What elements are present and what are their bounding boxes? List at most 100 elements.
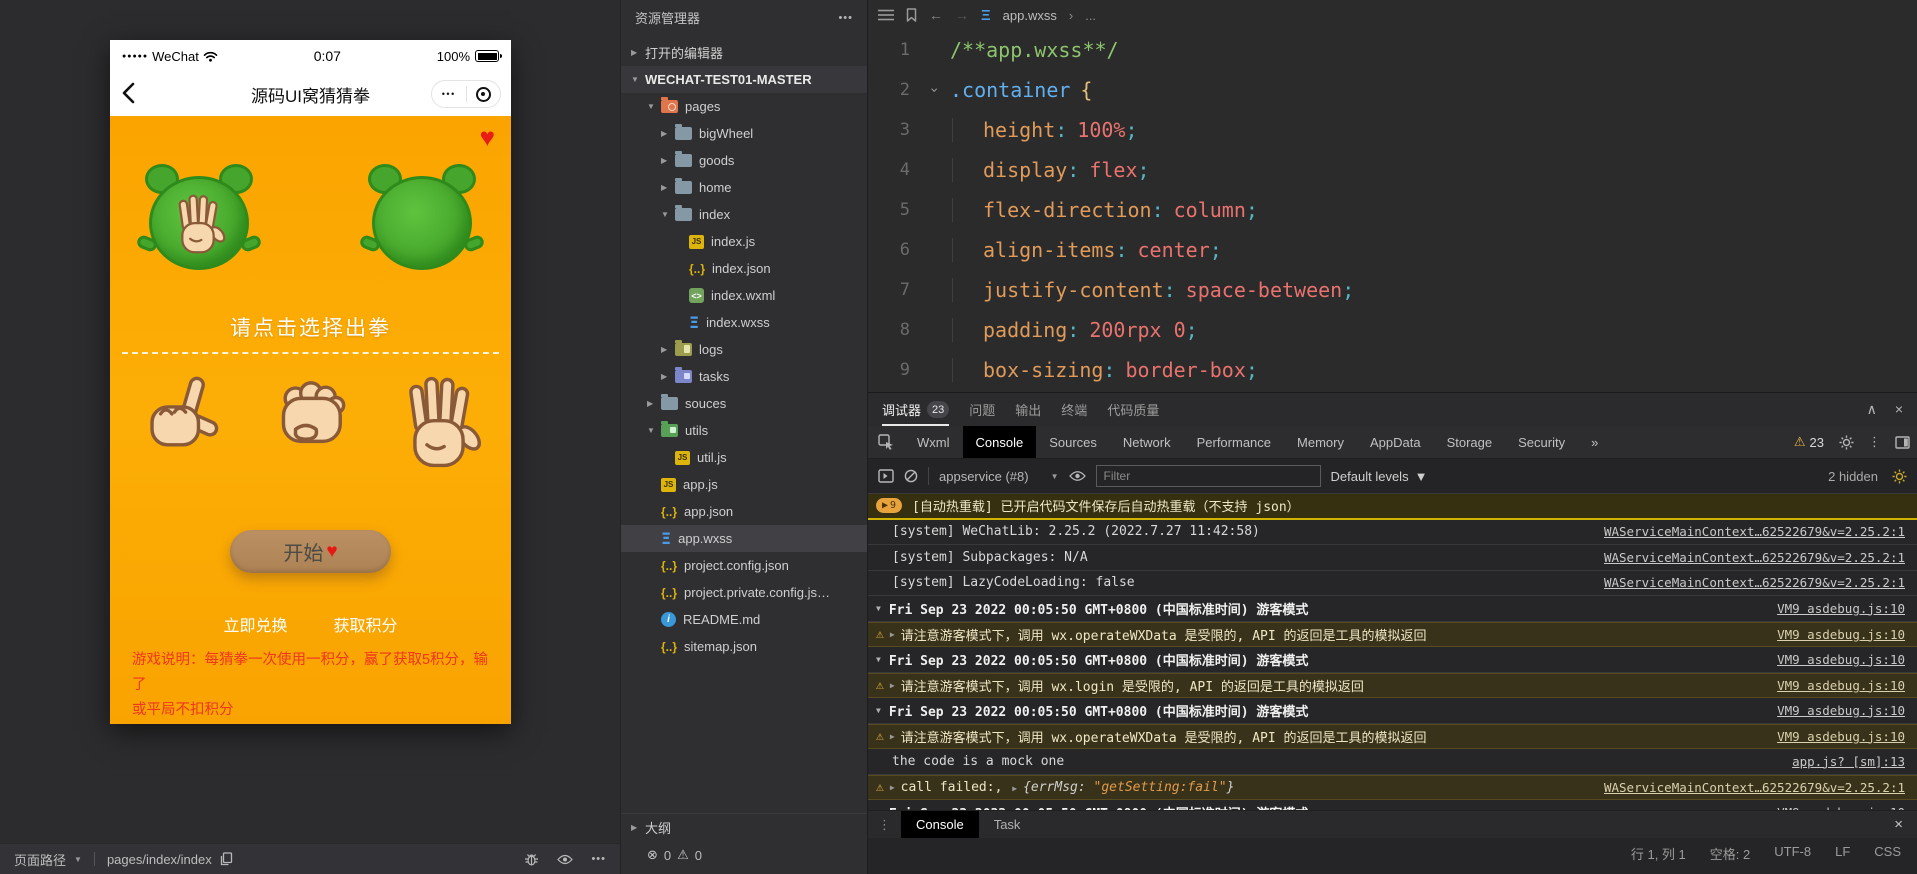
more-dots-icon[interactable]: ••• [591,853,606,865]
get-points-link[interactable]: 获取积分 [334,612,398,636]
tree-item-index-wxml[interactable]: <> index.wxml [621,282,867,309]
problems-summary[interactable]: ⊗ 0 ⚠ 0 [621,840,867,870]
console-row-warning-object[interactable]: ⚠ ▶ call failed:, ▶ {errMsg: "getSetting:… [868,774,1917,800]
console-row-warning[interactable]: ⚠ ▶ 请注意游客模式下，调用 wx.operateWXData 是受限的, A… [868,723,1917,749]
tree-item-app-json[interactable]: {..} app.json [621,498,867,525]
tree-item-index-folder[interactable]: ▼ index [621,201,867,228]
inspect-element-icon[interactable] [868,426,904,458]
console-row-group[interactable]: ▼ Fri Sep 23 2022 00:05:50 GMT+0800 (中国标… [868,596,1917,622]
tree-item-goods[interactable]: ▶ goods [621,147,867,174]
console-row-log[interactable]: [system] LazyCodeLoading: false WAServic… [868,571,1917,596]
source-link[interactable]: VM9 asdebug.js:10 [1777,678,1905,693]
tree-item-index-json[interactable]: {..} index.json [621,255,867,282]
tree-item-app-wxss[interactable]: Ξ app.wxss [621,525,867,552]
tree-item-souces[interactable]: ▶ souces [621,390,867,417]
exchange-link[interactable]: 立即兑换 [223,612,287,636]
source-link[interactable]: WAServiceMainContext…62522679&v=2.25.2:1 [1604,780,1905,795]
tree-item-util-js[interactable]: JS util.js [621,444,867,471]
eye-icon[interactable] [557,854,574,865]
tree-item-app-js[interactable]: JS app.js [621,471,867,498]
repeat-count-badge[interactable]: ▶ 9 [876,498,903,514]
source-link[interactable]: VM9 asdebug.js:10 [1777,652,1905,667]
tree-item-project-private-config[interactable]: {..} project.private.config.js… [621,579,867,606]
language-label[interactable]: CSS [1874,844,1901,859]
source-link[interactable]: WAServiceMainContext…62522679&v=2.25.2:1 [1604,550,1905,565]
chevron-right-icon[interactable]: ▶ [890,681,895,690]
devtab-storage[interactable]: Storage [1434,426,1506,458]
more-dots-icon[interactable]: ••• [838,12,853,24]
devtab-console[interactable]: Console [962,426,1037,458]
minimize-target-icon[interactable] [467,86,501,102]
tree-item-project-config[interactable]: {..} project.config.json [621,552,867,579]
outline-list-icon[interactable] [878,9,894,21]
devtab-sources[interactable]: Sources [1036,426,1110,458]
bottom-tab-task[interactable]: Task [979,811,1036,838]
tree-item-logs[interactable]: ▶ logs [621,336,867,363]
console-message-list[interactable]: ▶ 9 [自动热重载] 已开启代码文件保存后自动热重载（不支持 json） [sy… [868,494,1917,811]
tab-terminal[interactable]: 终端 [1061,393,1087,426]
tree-item-tasks[interactable]: ▶ tasks [621,363,867,390]
console-settings-gear-icon[interactable] [1892,469,1907,484]
console-warning-counter[interactable]: ⚠ 23 [1786,426,1832,458]
console-row-group[interactable]: ▼ Fri Sep 23 2022 00:05:50 GMT+0800 (中国标… [868,647,1917,673]
collapse-icon[interactable]: ∧ [1867,401,1877,418]
tree-item-index-wxss[interactable]: Ξ index.wxss [621,309,867,336]
console-row-warning[interactable]: ⚠ ▶ 请注意游客模式下，调用 wx.login 是受限的, API 的返回是工… [868,672,1917,698]
tab-output[interactable]: 输出 [1015,393,1041,426]
source-link[interactable]: VM9 asdebug.js:10 [1777,703,1905,718]
copy-icon[interactable] [220,852,233,866]
devtab-memory[interactable]: Memory [1284,426,1357,458]
chevron-right-icon[interactable]: ▶ [890,630,895,639]
devtab-appdata[interactable]: AppData [1357,426,1434,458]
console-row-group[interactable]: ▼ Fri Sep 23 2022 00:05:50 GMT+0800 (中国标… [868,698,1917,724]
chevron-down-icon[interactable]: ▼ [876,706,881,715]
console-row-hotreload[interactable]: ▶ 9 [自动热重载] 已开启代码文件保存后自动热重载（不支持 json） [868,494,1917,520]
kebab-menu-icon[interactable]: ⋮ [868,811,901,838]
back-chevron-icon[interactable] [122,82,135,104]
hidden-messages-label[interactable]: 2 hidden [1828,469,1878,484]
page-path-label[interactable]: 页面路径 [14,850,66,869]
start-button[interactable]: 开始 ♥ [230,530,391,573]
outline-section[interactable]: ▶ 大纲 [621,813,867,840]
console-sidebar-toggle-icon[interactable] [878,469,894,483]
devtab-performance[interactable]: Performance [1184,426,1284,458]
breadcrumb-more[interactable]: ... [1085,8,1096,23]
live-expression-eye-icon[interactable] [1068,470,1086,482]
indentation-label[interactable]: 空格: 2 [1710,844,1750,863]
bottom-tab-console[interactable]: Console [901,811,979,838]
source-link[interactable]: VM9 asdebug.js:10 [1777,627,1905,642]
console-row-warning[interactable]: ⚠ ▶ 请注意游客模式下，调用 wx.operateWXData 是受限的, A… [868,621,1917,647]
settings-gear-icon[interactable] [1832,426,1861,458]
tree-item-readme[interactable]: i README.md [621,606,867,633]
chevron-right-icon[interactable]: ▶ [890,732,895,741]
chevron-right-icon[interactable]: ▶ [890,783,895,792]
chevron-down-icon[interactable]: ▼ [876,655,881,664]
breadcrumb-filename[interactable]: app.wxss [1003,8,1057,23]
console-row-log[interactable]: [system] Subpackages: N/A WAServiceMainC… [868,545,1917,571]
tree-item-home[interactable]: ▶ home [621,174,867,201]
tree-section-open-editors[interactable]: ▶ 打开的编辑器 [621,39,867,66]
cursor-position-label[interactable]: 行 1, 列 1 [1631,844,1686,863]
bug-icon[interactable] [524,852,539,867]
tree-item-bigWheel[interactable]: ▶ bigWheel [621,120,867,147]
tree-item-pages[interactable]: ▼ pages [621,93,867,120]
paper-hand-icon[interactable] [396,376,482,472]
source-link[interactable]: WAServiceMainContext…62522679&v=2.25.2:1 [1604,575,1905,590]
nav-back-icon[interactable]: ← [929,7,943,23]
scissors-hand-icon[interactable] [140,376,226,472]
console-row-log[interactable]: the code is a mock one app.js? [sm]:13 [868,749,1917,775]
fold-chevron-icon[interactable]: › [926,82,950,98]
logged-object[interactable]: {errMsg: "getSetting:fail"} [1023,780,1234,795]
source-link[interactable]: VM9 asdebug.js:10 [1777,601,1905,616]
nav-forward-icon[interactable]: → [955,7,969,23]
devtab-network[interactable]: Network [1110,426,1184,458]
eol-label[interactable]: LF [1835,844,1850,859]
console-row-log[interactable]: [system] WeChatLib: 2.25.2 (2022.7.27 11… [868,520,1917,545]
console-filter-input[interactable] [1095,465,1321,487]
clear-console-icon[interactable] [904,469,918,483]
tree-item-utils[interactable]: ▼ utils [621,417,867,444]
code-editor[interactable]: 1 /**app.wxss**/ 2 › .container { 3 heigh… [868,30,1917,392]
source-link[interactable]: WAServiceMainContext…62522679&v=2.25.2:1 [1604,524,1905,539]
tree-item-project-root[interactable]: ▼ WECHAT-TEST01-MASTER [621,66,867,93]
kebab-menu-icon[interactable]: ⋮ [1861,426,1888,458]
